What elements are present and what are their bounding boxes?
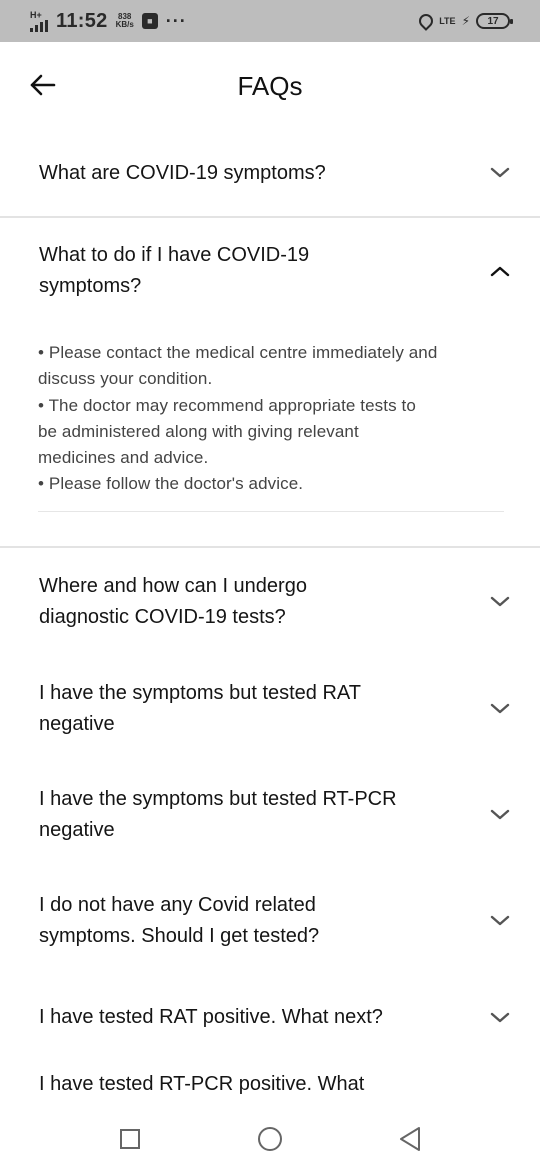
more-notifications-icon: ··· — [165, 10, 187, 31]
status-right: LTE ⚡ 17 — [416, 11, 513, 31]
faq-question-line: I have the symptoms but tested RAT — [39, 681, 361, 704]
chevron-down-icon[interactable] — [490, 809, 510, 821]
faq-question: Where and how can I undergo diagnostic C… — [39, 571, 307, 633]
faq-question-line: I have tested RAT positive. What next? — [39, 1006, 383, 1029]
faq-question: What to do if I have COVID-19 symptoms? — [39, 240, 309, 302]
page-title: FAQs — [237, 70, 303, 101]
faq-answer: • Please contact the medical centre imme… — [0, 324, 540, 498]
faq-item-what-to-do[interactable]: What to do if I have COVID-19 symptoms? — [0, 218, 540, 324]
network-type: H+ — [30, 9, 42, 20]
faq-question-line: symptoms. Should I get tested? — [39, 924, 320, 947]
status-time: 11:52 — [56, 9, 108, 32]
chevron-down-icon[interactable] — [490, 1012, 510, 1024]
answer-line: medicines and advice. — [38, 448, 209, 468]
faq-item-where-tests[interactable]: Where and how can I undergo diagnostic C… — [0, 548, 540, 656]
answer-line: • Please contact the medical centre imme… — [38, 343, 438, 362]
signal-icon — [30, 19, 48, 32]
answer-line: discuss your condition. — [38, 369, 213, 389]
faq-question-line: I do not have any Covid related — [39, 893, 316, 916]
status-left: H+ 11:52 838 KB/s ■ ··· — [30, 10, 187, 33]
chevron-down-icon[interactable] — [490, 703, 510, 715]
faq-question: What are COVID-19 symptoms? — [39, 158, 326, 189]
charging-icon: ⚡ — [461, 14, 470, 28]
battery-icon: 17 — [476, 13, 513, 29]
answer-divider — [38, 510, 504, 512]
answer-line: be administered along with giving releva… — [38, 421, 359, 441]
answer-line: • Please follow the doctor's advice. — [38, 474, 304, 494]
faq-item-rat-negative[interactable]: I have the symptoms but tested RAT negat… — [0, 656, 540, 762]
chevron-down-icon[interactable] — [490, 167, 510, 179]
faq-question-line: symptoms? — [39, 275, 142, 297]
faq-question-line: negative — [39, 818, 115, 841]
network-speed: 838 KB/s — [116, 13, 134, 29]
chevron-down-icon[interactable] — [490, 596, 510, 608]
home-button[interactable] — [250, 1119, 290, 1159]
faq-list: What are COVID-19 symptoms? What to do i… — [0, 130, 540, 1142]
chevron-up-icon[interactable] — [490, 265, 510, 277]
faq-question: I have the symptoms but tested RAT negat… — [39, 678, 361, 740]
triangle-back-icon — [400, 1127, 420, 1151]
notification-app-icon: ■ — [141, 13, 158, 29]
square-icon — [120, 1129, 140, 1149]
faq-question-line: negative — [39, 712, 115, 735]
faq-question: I have the symptoms but tested RT-PCR ne… — [39, 784, 397, 846]
app-header: FAQs — [0, 42, 540, 130]
faq-question-line: What are COVID-19 symptoms? — [39, 161, 326, 184]
faq-item-no-symptoms[interactable]: I do not have any Covid related symptoms… — [0, 868, 540, 974]
signal-indicator: H+ — [30, 9, 48, 32]
back-button[interactable] — [28, 70, 58, 100]
network-right-label: LTE — [439, 16, 456, 26]
circle-icon — [258, 1127, 282, 1151]
faq-item-rtpcr-negative[interactable]: I have the symptoms but tested RT-PCR ne… — [0, 762, 540, 868]
faq-question-line: I have tested RT-PCR positive. What — [39, 1072, 365, 1095]
faq-question: I have tested RT-PCR positive. What — [39, 1069, 364, 1100]
arrow-left-icon — [30, 74, 56, 96]
faq-question-line: diagnostic COVID-19 tests? — [39, 605, 286, 628]
faq-question-line: What to do if I have COVID-19 — [39, 244, 310, 266]
faq-item-rat-positive[interactable]: I have tested RAT positive. What next? — [0, 974, 540, 1062]
chevron-down-icon[interactable] — [490, 915, 510, 927]
faq-question-line: Where and how can I undergo — [39, 574, 307, 597]
battery-level: 17 — [487, 15, 499, 27]
navigation-bar — [0, 1108, 540, 1170]
answer-line: • The doctor may recommend appropriate t… — [38, 395, 416, 415]
location-icon — [416, 11, 437, 31]
recents-button[interactable] — [110, 1119, 150, 1159]
faq-question-line: I have the symptoms but tested RT-PCR — [39, 787, 397, 810]
system-back-button[interactable] — [390, 1119, 430, 1159]
status-bar: H+ 11:52 838 KB/s ■ ··· LTE ⚡ 17 — [0, 0, 540, 42]
network-speed-unit: KB/s — [115, 20, 134, 29]
faq-item-covid-symptoms[interactable]: What are COVID-19 symptoms? — [0, 130, 540, 216]
faq-question: I have tested RAT positive. What next? — [39, 1002, 383, 1033]
faq-question: I do not have any Covid related symptoms… — [39, 890, 319, 952]
